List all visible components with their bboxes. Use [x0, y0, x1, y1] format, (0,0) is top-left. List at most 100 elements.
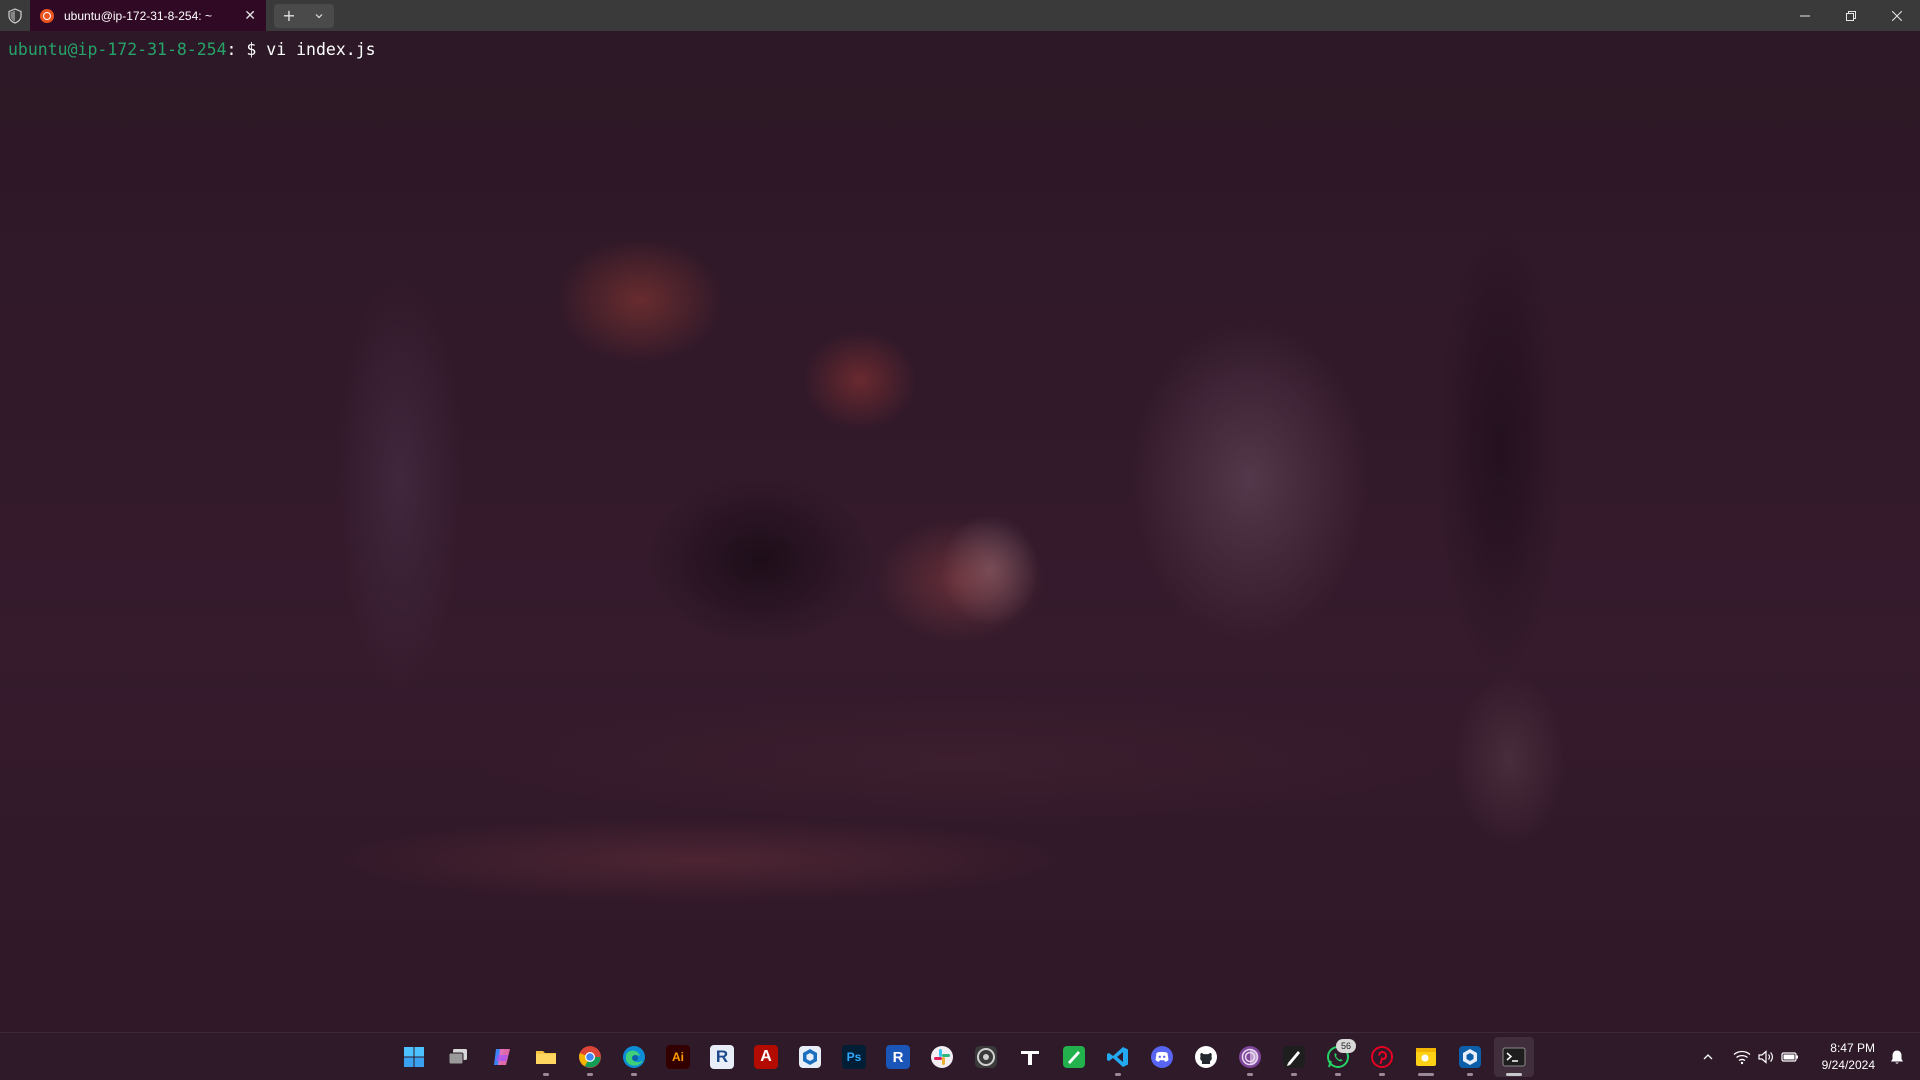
sketchup-layout-button[interactable] [1450, 1037, 1490, 1077]
discord-button[interactable] [1142, 1037, 1182, 1077]
running-indicator [587, 1073, 593, 1076]
edge-icon [623, 1046, 645, 1068]
photoshop-icon: Ps [842, 1045, 866, 1069]
running-indicator [1506, 1073, 1522, 1076]
sketchup-icon [799, 1046, 821, 1068]
inkscape-icon [1283, 1046, 1305, 1068]
wifi-icon [1733, 1050, 1751, 1065]
prompt-separator: : $ [226, 40, 267, 59]
running-indicator [543, 1073, 549, 1076]
file-explorer-button[interactable] [526, 1037, 566, 1077]
taskbar: Ai R A Ps R 56 8:47 PM 9/24/2024 [0, 1032, 1920, 1080]
pinterest-icon [1371, 1046, 1393, 1068]
task-view-button[interactable] [438, 1037, 478, 1077]
bell-icon [1891, 1050, 1903, 1064]
revit-rvt-button[interactable]: R [878, 1037, 918, 1077]
sticky-notes-icon [1416, 1048, 1436, 1066]
shield-icon[interactable] [0, 0, 30, 31]
restore-button[interactable] [1828, 0, 1874, 31]
battery-icon [1781, 1052, 1798, 1062]
sketchup-button[interactable] [790, 1037, 830, 1077]
battery-button[interactable] [1779, 1046, 1801, 1068]
typora-button[interactable] [1010, 1037, 1050, 1077]
running-indicator [1335, 1073, 1341, 1076]
start-button[interactable] [394, 1037, 434, 1077]
task-view-icon [448, 1049, 467, 1065]
window-controls [1782, 0, 1920, 31]
obs-button[interactable] [966, 1037, 1006, 1077]
obs-icon [975, 1046, 997, 1068]
pinterest-button[interactable] [1362, 1037, 1402, 1077]
tab-dropdown-button[interactable] [304, 4, 334, 28]
restore-icon [1846, 10, 1856, 21]
revit-icon: R [710, 1045, 734, 1069]
notes-button[interactable] [1054, 1037, 1094, 1077]
chrome-icon [579, 1046, 601, 1068]
minimize-button[interactable] [1782, 0, 1828, 31]
github-button[interactable] [1186, 1037, 1226, 1077]
volume-button[interactable] [1755, 1046, 1777, 1068]
desktop-screen: ubuntu@ip-172-31-8-254: ~ ✕ + ubuntu@ip-… [0, 0, 1920, 1080]
copilot-icon [494, 1049, 510, 1065]
terminal-background-image [0, 0, 1920, 1080]
new-tab-button[interactable]: + [274, 4, 304, 28]
ubuntu-icon [40, 8, 54, 23]
terminal-output[interactable]: ubuntu@ip-172-31-8-254: $ vi index.js [8, 40, 376, 60]
whatsapp-notification-badge: 56 [1336, 1039, 1356, 1053]
tab-title: ubuntu@ip-172-31-8-254: ~ [64, 8, 212, 23]
acrobat-button[interactable]: A [746, 1037, 786, 1077]
terminal-tab[interactable]: ubuntu@ip-172-31-8-254: ~ ✕ [30, 0, 266, 31]
close-tab-button[interactable]: ✕ [244, 7, 256, 23]
clock-date: 9/24/2024 [1821, 1058, 1875, 1072]
windows-start-icon [404, 1047, 424, 1067]
edge-button[interactable] [614, 1037, 654, 1077]
window-titlebar[interactable]: ubuntu@ip-172-31-8-254: ~ ✕ + [0, 0, 1920, 31]
photoshop-button[interactable]: Ps [834, 1037, 874, 1077]
system-tray: 8:47 PM 9/24/2024 [1696, 1033, 1920, 1080]
running-indicator [1379, 1073, 1385, 1076]
inkscape-button[interactable] [1274, 1037, 1314, 1077]
running-indicator [631, 1073, 637, 1076]
terminal-icon [1502, 1047, 1526, 1067]
running-indicator [1418, 1073, 1434, 1076]
clock-time: 8:47 PM [1830, 1041, 1875, 1055]
chevron-up-icon [1703, 1054, 1713, 1060]
typora-icon [1021, 1051, 1039, 1065]
slack-icon [931, 1046, 953, 1068]
notes-icon [1063, 1046, 1085, 1068]
prompt-user-host: ubuntu@ip-172-31-8-254 [8, 40, 227, 59]
clock[interactable]: 8:47 PM 9/24/2024 [1822, 1040, 1875, 1074]
notifications-button[interactable] [1886, 1046, 1908, 1068]
taskbar-apps: Ai R A Ps R 56 [392, 1033, 1536, 1080]
speaker-icon [1758, 1050, 1773, 1064]
slack-button[interactable] [922, 1037, 962, 1077]
folder-icon [536, 1051, 556, 1064]
terminal-button[interactable] [1494, 1037, 1534, 1077]
sticky-notes-button[interactable] [1406, 1037, 1446, 1077]
close-window-button[interactable] [1874, 0, 1920, 31]
acrobat-icon: A [754, 1045, 778, 1069]
whatsapp-button[interactable]: 56 [1318, 1037, 1358, 1077]
illustrator-icon: Ai [666, 1045, 690, 1069]
show-hidden-icons-button[interactable] [1697, 1046, 1719, 1068]
running-indicator [1247, 1073, 1253, 1076]
github-icon [1195, 1046, 1217, 1068]
running-indicator [1115, 1073, 1121, 1076]
minimize-icon [1800, 15, 1810, 16]
revit-rvt-icon: R [886, 1045, 910, 1069]
tor-browser-icon [1239, 1046, 1261, 1068]
tor-browser-button[interactable] [1230, 1037, 1270, 1077]
running-indicator [1291, 1073, 1297, 1076]
sketchup-layout-icon [1459, 1046, 1481, 1068]
running-indicator [1467, 1073, 1473, 1076]
vscode-button[interactable] [1098, 1037, 1138, 1077]
new-tab-group: + [274, 3, 334, 28]
chevron-down-icon [315, 13, 323, 18]
copilot-button[interactable] [482, 1037, 522, 1077]
revit-button[interactable]: R [702, 1037, 742, 1077]
illustrator-button[interactable]: Ai [658, 1037, 698, 1077]
chrome-button[interactable] [570, 1037, 610, 1077]
command-text: vi index.js [266, 40, 376, 59]
discord-icon [1151, 1046, 1173, 1068]
network-button[interactable] [1731, 1046, 1753, 1068]
